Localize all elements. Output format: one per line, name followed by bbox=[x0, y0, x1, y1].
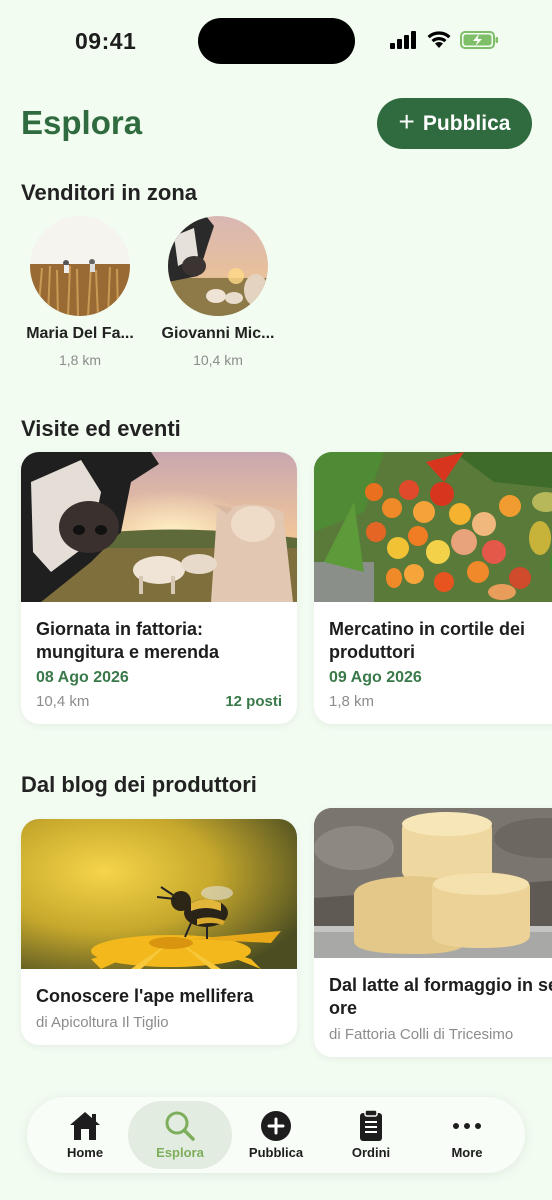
tab-label: Pubblica bbox=[248, 1145, 304, 1160]
tab-more[interactable]: More bbox=[415, 1101, 519, 1169]
event-title: Mercatino in cortile dei produttori bbox=[329, 619, 526, 662]
event-card[interactable]: Giornata in fattoria: mungitura e merend… bbox=[21, 452, 297, 724]
tab-orders[interactable]: Ordini bbox=[319, 1101, 423, 1169]
plus-circle-icon bbox=[261, 1111, 291, 1141]
seller-avatar bbox=[30, 216, 130, 316]
tab-label: Esplora bbox=[156, 1145, 204, 1160]
seller-name: Giovanni Mic... bbox=[161, 325, 275, 342]
event-photo-cows bbox=[21, 452, 297, 602]
tab-label: Home bbox=[66, 1145, 104, 1160]
seller-avatar bbox=[168, 216, 268, 316]
search-icon bbox=[165, 1111, 195, 1141]
event-date: 08 Ago 2026 bbox=[36, 669, 129, 686]
seller-distance: 1,8 km bbox=[58, 352, 101, 368]
publish-button-label: Pubblica bbox=[422, 111, 511, 135]
blog-author: di Fattoria Colli di Tricesimo bbox=[329, 1026, 514, 1043]
blog-title: Conoscere l'ape mellifera bbox=[36, 986, 254, 1006]
wheat-field-photo bbox=[30, 216, 130, 316]
tab-label: More bbox=[451, 1145, 483, 1160]
battery-charging-icon bbox=[460, 31, 498, 49]
section-title-events: Visite ed eventi bbox=[21, 416, 181, 441]
dynamic-island bbox=[198, 18, 355, 64]
blog-author: di Apicoltura Il Tiglio bbox=[36, 1014, 169, 1031]
tab-explore[interactable]: Esplora bbox=[128, 1101, 232, 1169]
tab-publish[interactable]: Pubblica bbox=[224, 1101, 328, 1169]
blog-photo-cheese bbox=[314, 808, 552, 958]
blog-photo-bee bbox=[21, 819, 297, 969]
page-title: Esplora bbox=[21, 104, 143, 141]
blog-title: Dal latte al formaggio in sei ore bbox=[329, 975, 552, 1018]
clipboard-icon bbox=[360, 1109, 382, 1141]
blog-card[interactable]: Dal latte al formaggio in sei ore di Fat… bbox=[314, 808, 552, 1057]
section-title-sellers: Venditori in zona bbox=[21, 180, 198, 205]
cows-photo bbox=[168, 216, 268, 316]
wifi-icon bbox=[427, 31, 451, 48]
seller-card[interactable]: Maria Del Fa... 1,8 km bbox=[10, 216, 150, 368]
tab-home[interactable]: Home bbox=[33, 1101, 137, 1169]
more-icon bbox=[453, 1123, 481, 1129]
event-card[interactable]: Mercatino in cortile dei produttori 09 A… bbox=[314, 452, 552, 724]
tab-bar: Home Esplora Pubblica Ordini More bbox=[27, 1097, 525, 1173]
seller-card[interactable]: Giovanni Mic... 10,4 km bbox=[148, 216, 288, 368]
event-distance: 1,8 km bbox=[329, 693, 375, 710]
event-date: 09 Ago 2026 bbox=[329, 669, 422, 686]
explore-screen: 09:41 Esplora + Pubblica Venditori in zo… bbox=[0, 0, 552, 1200]
seller-name: Maria Del Fa... bbox=[26, 325, 134, 342]
tab-label: Ordini bbox=[351, 1145, 391, 1160]
home-icon bbox=[70, 1112, 100, 1140]
blog-card[interactable]: Conoscere l'ape mellifera di Apicoltura … bbox=[21, 819, 297, 1045]
event-distance: 10,4 km bbox=[36, 693, 90, 710]
status-icons bbox=[390, 30, 500, 50]
status-time: 09:41 bbox=[75, 28, 137, 54]
seller-distance: 10,4 km bbox=[193, 352, 243, 368]
event-title: Giornata in fattoria: mungitura e merend… bbox=[36, 619, 220, 662]
event-seats-badge: 12 posti bbox=[225, 693, 282, 710]
event-photo-vegetables bbox=[314, 452, 552, 602]
plus-icon: + bbox=[398, 106, 415, 137]
section-title-blog: Dal blog dei produttori bbox=[21, 772, 257, 797]
cellular-signal-icon bbox=[390, 31, 416, 49]
publish-button[interactable]: + Pubblica bbox=[377, 98, 532, 149]
